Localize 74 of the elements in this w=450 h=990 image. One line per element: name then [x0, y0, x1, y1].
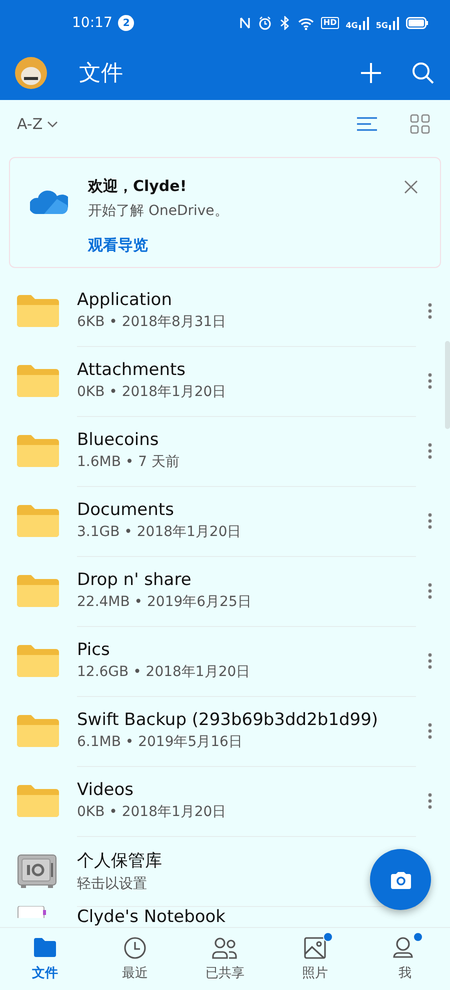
file-name[interactable]: Application — [77, 290, 172, 310]
more-icon — [428, 583, 432, 599]
file-name[interactable]: Swift Backup (293b69b3dd2b1d99) — [77, 710, 378, 730]
close-button[interactable] — [404, 180, 418, 194]
welcome-text: 开始了解 OneDrive。 — [88, 202, 230, 220]
nav-tab[interactable]: 我 — [360, 928, 450, 990]
folder-icon — [17, 365, 59, 397]
notification-badge: 2 — [118, 15, 134, 31]
folder-icon — [17, 295, 59, 327]
camera-icon — [390, 870, 412, 888]
more-icon — [428, 723, 432, 739]
file-details: 6.1MB • 2019年5月16日 — [77, 733, 242, 751]
avatar[interactable] — [15, 57, 47, 89]
signal-icon — [358, 16, 369, 30]
alarm-icon — [258, 16, 272, 30]
bluetooth-icon — [279, 16, 292, 30]
photos-icon — [302, 936, 328, 960]
nav-tab[interactable]: 已共享 — [180, 928, 270, 990]
file-name[interactable]: Videos — [77, 780, 134, 800]
nav-tab[interactable]: 文件 — [0, 928, 90, 990]
list-view-button[interactable] — [357, 117, 377, 131]
network-label: 4G — [346, 20, 358, 30]
file-details: 1.6MB • 7 天前 — [77, 453, 180, 471]
file-name[interactable]: Clyde's Notebook — [77, 906, 226, 928]
folder-icon — [17, 715, 59, 747]
folder-icon — [17, 435, 59, 467]
status-time: 10:17 — [72, 15, 112, 31]
file-details: 0KB • 2018年1月20日 — [77, 803, 226, 821]
recent-icon — [122, 936, 148, 960]
file-name[interactable]: Attachments — [77, 360, 186, 380]
wifi-icon — [298, 16, 314, 30]
nav-tab[interactable]: 最近 — [90, 928, 180, 990]
tour-link[interactable]: 观看导览 — [88, 236, 148, 255]
grid-view-button[interactable] — [410, 114, 430, 134]
more-icon — [428, 373, 432, 389]
folder-icon — [17, 645, 59, 677]
battery-icon — [406, 17, 428, 29]
file-details: 12.6GB • 2018年1月20日 — [77, 663, 250, 681]
safe-icon — [17, 854, 57, 888]
nav-tab[interactable]: 照片 — [270, 928, 360, 990]
search-button[interactable] — [412, 62, 434, 84]
page-title: 文件 — [79, 60, 124, 88]
file-name[interactable]: Pics — [77, 640, 110, 660]
file-name[interactable]: Documents — [77, 500, 174, 520]
folder-icon — [17, 575, 59, 607]
file-details: 0KB • 2018年1月20日 — [77, 383, 226, 401]
welcome-title: 欢迎，Clyde! — [88, 177, 188, 196]
camera-button[interactable] — [370, 849, 431, 910]
cloud-icon — [30, 188, 68, 214]
file-name[interactable]: Bluecoins — [77, 430, 159, 450]
file-details: 6KB • 2018年8月31日 — [77, 313, 226, 331]
nfc-icon — [239, 16, 252, 30]
file-details: 轻击以设置 — [77, 874, 147, 892]
shared-icon — [212, 936, 238, 960]
add-button[interactable] — [360, 62, 382, 84]
more-icon — [428, 303, 432, 319]
files-icon — [32, 936, 58, 960]
more-icon — [428, 653, 432, 669]
chevron-down-icon — [46, 120, 58, 128]
file-name[interactable]: Drop n' share — [77, 570, 192, 590]
more-icon — [428, 793, 432, 809]
file-name[interactable]: 个人保管库 — [77, 848, 162, 872]
signal-icon — [389, 16, 399, 30]
notebook-icon — [17, 906, 47, 918]
sort-button[interactable]: A-Z — [17, 115, 58, 133]
hd-indicator: HD — [321, 17, 339, 29]
network-label: 5G — [376, 20, 388, 30]
more-icon — [428, 443, 432, 459]
folder-icon — [17, 505, 59, 537]
folder-icon — [17, 785, 59, 817]
more-icon — [428, 513, 432, 529]
file-details: 22.4MB • 2019年6月25日 — [77, 593, 252, 611]
file-details: 3.1GB • 2018年1月20日 — [77, 523, 242, 541]
scrollbar[interactable] — [445, 341, 450, 429]
